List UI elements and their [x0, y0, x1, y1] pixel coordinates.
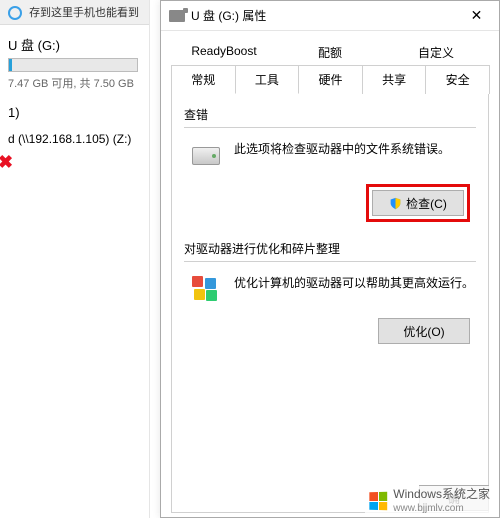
disconnected-icon: ✖	[0, 152, 13, 173]
highlight-annotation: 检查(C)	[366, 184, 470, 222]
explorer-left-pane: 存到这里手机也能看到 U 盘 (G:) 7.47 GB 可用, 共 7.50 G…	[0, 0, 150, 518]
group-error-check-body: 此选项将检查驱动器中的文件系统错误。	[184, 140, 476, 172]
defrag-icon	[190, 274, 222, 306]
tab-general[interactable]: 常规	[171, 65, 236, 94]
group-error-check-title: 查错	[184, 106, 476, 123]
divider	[184, 127, 476, 128]
tab-row-2: 常规 工具 硬件 共享 安全	[171, 65, 489, 94]
drive-free-text: 7.47 GB 可用, 共 7.50 GB	[8, 75, 141, 91]
dialog-titlebar[interactable]: U 盘 (G:) 属性 ✕	[161, 1, 499, 31]
tab-tools[interactable]: 工具	[235, 65, 300, 94]
watermark-suffix: 系统之家	[442, 487, 490, 501]
watermark-text: Windows系统之家 www.bjjmlv.com	[393, 488, 490, 514]
group-optimize-body: 优化计算机的驱动器可以帮助其更高效运行。	[184, 274, 476, 306]
error-check-button-row: 检查(C)	[184, 184, 476, 222]
check-button[interactable]: 检查(C)	[372, 190, 464, 216]
close-icon: ✕	[471, 7, 483, 23]
tabs-container: ReadyBoost 配额 自定义 常规 工具 硬件 共享 安全	[161, 31, 499, 94]
watermark: Windows系统之家 www.bjjmlv.com	[365, 486, 494, 516]
tab-customize[interactable]: 自定义	[383, 39, 489, 65]
left-header-text: 存到这里手机也能看到	[29, 7, 139, 19]
tab-content-tools: 查错 此选项将检查驱动器中的文件系统错误。 检查(C)	[171, 93, 489, 513]
tab-quota[interactable]: 配额	[277, 39, 383, 65]
drive-capacity-fill	[9, 59, 12, 71]
group-optimize-desc: 优化计算机的驱动器可以帮助其更高效运行。	[234, 274, 476, 292]
group-error-check-desc: 此选项将检查驱动器中的文件系统错误。	[234, 140, 476, 158]
drive-check-icon	[190, 140, 222, 172]
uac-shield-icon	[389, 197, 402, 210]
tab-hardware[interactable]: 硬件	[298, 65, 363, 94]
optimize-button-row: 优化(O)	[184, 318, 476, 344]
windows-logo-icon	[370, 492, 388, 511]
tab-security[interactable]: 安全	[425, 65, 490, 94]
drive-item-g[interactable]: U 盘 (G:) 7.47 GB 可用, 共 7.50 GB	[0, 25, 149, 95]
tab-sharing[interactable]: 共享	[362, 65, 427, 94]
tab-readyboost[interactable]: ReadyBoost	[171, 39, 277, 65]
close-button[interactable]: ✕	[454, 1, 499, 31]
network-drive-item[interactable]: d (\\192.168.1.105) (Z:) ✖	[0, 124, 149, 154]
divider	[184, 261, 476, 262]
tab-row-1: ReadyBoost 配额 自定义	[171, 39, 489, 65]
properties-dialog: U 盘 (G:) 属性 ✕ ReadyBoost 配额 自定义 常规 工具 硬件…	[160, 0, 500, 518]
group-optimize-title: 对驱动器进行优化和碎片整理	[184, 240, 476, 257]
sync-icon	[8, 6, 22, 20]
left-header: 存到这里手机也能看到	[0, 0, 149, 25]
group-optimize: 对驱动器进行优化和碎片整理 优化计算机的驱动器可以帮助其更高效运行。 优化(O)	[184, 240, 476, 344]
drive-capacity-bar	[8, 58, 138, 72]
section-count-label: 1)	[0, 95, 149, 124]
watermark-site: www.bjjmlv.com	[393, 503, 463, 514]
optimize-button[interactable]: 优化(O)	[378, 318, 470, 344]
group-error-check: 查错 此选项将检查驱动器中的文件系统错误。 检查(C)	[184, 106, 476, 222]
drive-icon	[169, 10, 185, 22]
dialog-title: U 盘 (G:) 属性	[191, 7, 491, 24]
optimize-button-label: 优化(O)	[403, 323, 444, 340]
watermark-brand: Windows	[393, 487, 442, 501]
network-drive-label: d (\\192.168.1.105) (Z:)	[8, 132, 131, 146]
drive-label: U 盘 (G:)	[8, 35, 141, 54]
check-button-label: 检查(C)	[406, 195, 447, 212]
